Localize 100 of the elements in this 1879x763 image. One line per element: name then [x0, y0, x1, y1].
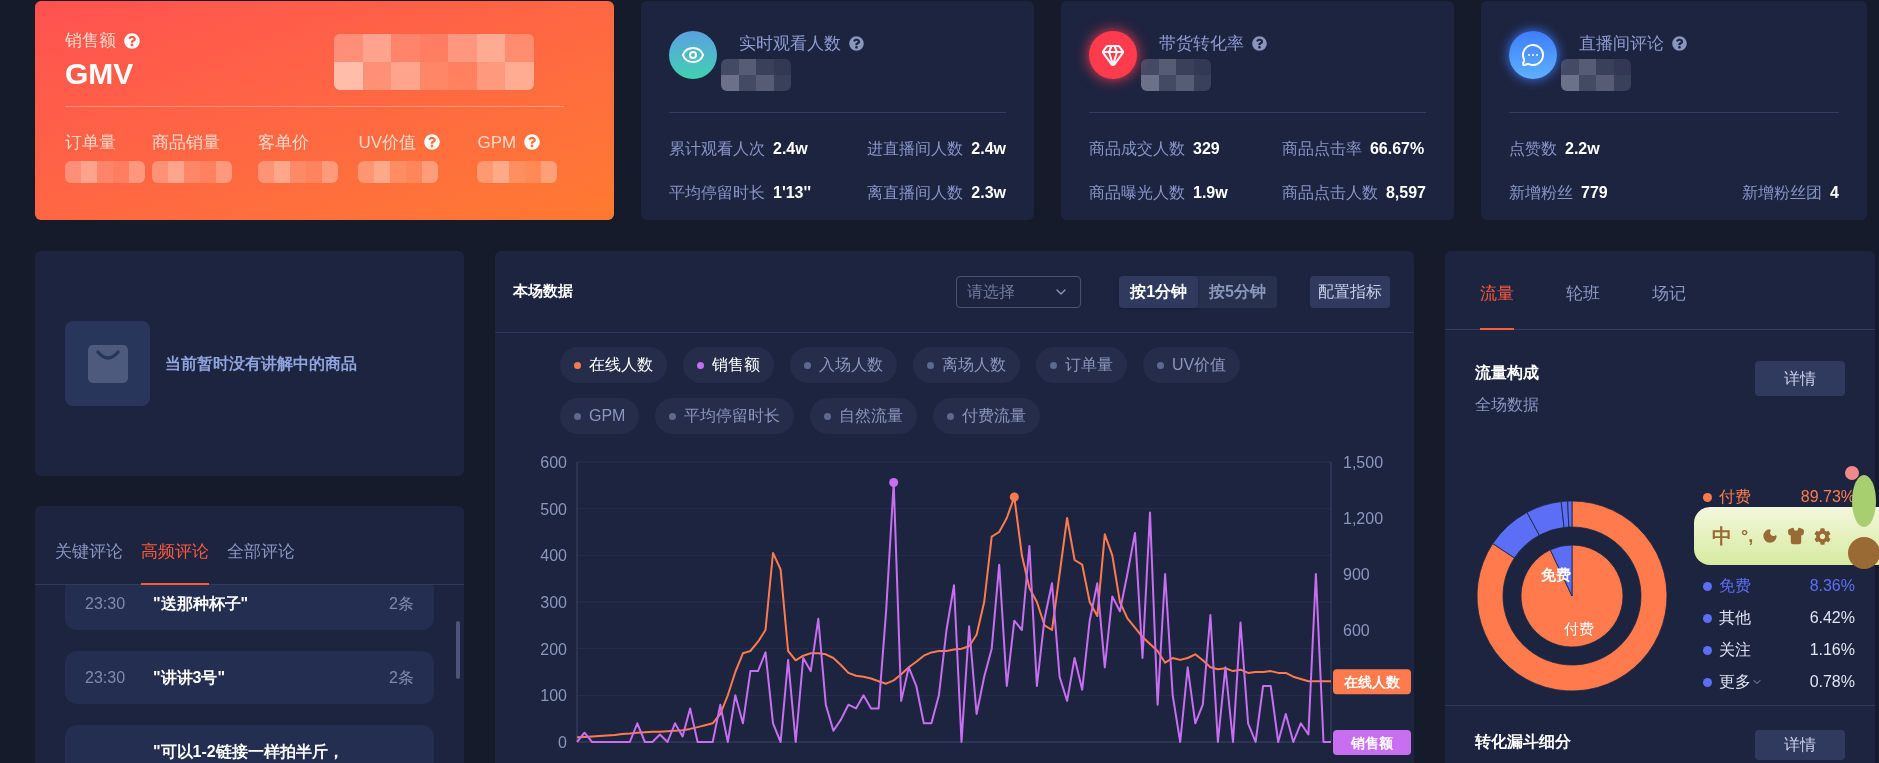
comment-tab[interactable]: 全部评论	[227, 538, 295, 585]
section-subtitle: 全场数据	[1475, 395, 1539, 415]
comment-text: "可以1-2链接一样拍半斤，	[152, 741, 345, 762]
shopping-bag-icon	[65, 321, 150, 406]
detail-button[interactable]: 详情	[1755, 730, 1845, 760]
stat-label: UV价值	[358, 131, 416, 154]
ime-toolbar[interactable]: 中 °,	[1694, 507, 1879, 565]
stat-value: 8,597	[1385, 182, 1426, 203]
metric-chip[interactable]: 订单量	[1036, 347, 1127, 383]
stat-label: 客单价	[257, 131, 309, 154]
granularity-toggle[interactable]: 按1分钟	[1119, 275, 1199, 308]
stat-label: 订单量	[65, 131, 116, 154]
stat-label: 累计观看人次	[669, 138, 765, 159]
stat-value: 2.4w	[773, 138, 808, 159]
comment-time: 23:30	[85, 593, 127, 614]
slice-label: 付费	[1564, 620, 1594, 637]
stat-label: GPM	[477, 131, 517, 154]
stat-value: 2.4w	[971, 138, 1006, 159]
ime-mode[interactable]: 中	[1712, 521, 1732, 551]
axis-label: 1,500	[1343, 454, 1384, 471]
axis-label: 500	[540, 500, 567, 518]
stat-label: 进直播间人数	[867, 138, 964, 159]
stat-label: 商品曝光人数	[1089, 182, 1185, 203]
stat-label: 商品销量	[152, 131, 221, 154]
eye-icon	[669, 31, 717, 79]
stat-value: 1.9w	[1193, 182, 1228, 203]
comment-tab[interactable]: 关键评论	[55, 538, 123, 585]
select-field[interactable]: 请选择	[956, 275, 1082, 308]
detail-button[interactable]: 详情	[1755, 361, 1845, 396]
traffic-tab[interactable]: 场记	[1652, 280, 1686, 330]
help-icon[interactable]	[424, 134, 440, 151]
metric-chip[interactable]: 入场人数	[790, 347, 897, 383]
metric-chip[interactable]: GPM	[560, 398, 640, 434]
comment-row[interactable]: 23:30 "讲讲3号" 2条	[65, 651, 434, 704]
legend-percent: 0.78%	[1809, 672, 1855, 692]
axis-label: 100	[540, 687, 567, 705]
legend-percent: 1.16%	[1809, 640, 1855, 660]
metric-chip[interactable]: 付费流量	[933, 398, 1041, 434]
help-icon[interactable]	[849, 36, 864, 52]
section-title: 转化漏斗细分	[1475, 732, 1571, 752]
stat-value: 4	[1830, 182, 1839, 203]
comment-text: "讲讲3号"	[153, 667, 227, 688]
gmv-title: GMV	[65, 55, 134, 92]
axis-label: 600	[1343, 622, 1370, 639]
moon-icon[interactable]	[1762, 528, 1779, 544]
stat-value: 329	[1193, 138, 1220, 159]
axis-label: 400	[540, 547, 567, 565]
help-icon[interactable]	[1252, 36, 1267, 52]
axis-label: 200	[540, 640, 567, 658]
stat-value: 2.3w	[971, 182, 1006, 203]
chat-bubble-icon	[1509, 31, 1557, 79]
peak-marker	[1009, 492, 1019, 502]
axis-label: 1,200	[1343, 510, 1384, 527]
comment-time: 23:30	[85, 667, 127, 688]
comment-count: 2条	[389, 667, 414, 688]
card-title: 直播间评论	[1579, 33, 1664, 55]
ime-punctuation[interactable]: °,	[1741, 522, 1754, 550]
stat-label: 新增粉丝	[1509, 182, 1573, 203]
axis-label: 900	[1343, 566, 1370, 583]
metric-chip[interactable]: 离场人数	[913, 347, 1020, 383]
stat-label: 新增粉丝团	[1742, 182, 1823, 203]
help-icon[interactable]	[1672, 36, 1687, 52]
section-title: 流量构成	[1475, 363, 1539, 383]
metric-chip[interactable]: 销售额	[683, 347, 774, 383]
legend-percent: 89.73%	[1800, 487, 1855, 507]
stat-value: 66.67%	[1369, 138, 1425, 159]
comment-text: "送那种杯子"	[153, 593, 250, 614]
comment-row[interactable]: 23:30 "送那种杯子" 2条	[65, 585, 434, 630]
config-button[interactable]: 配置指标	[1310, 275, 1390, 308]
traffic-tab[interactable]: 流量	[1480, 280, 1514, 330]
comment-row[interactable]: "可以1-2链接一样拍半斤，	[65, 725, 434, 763]
metric-chip[interactable]: 在线人数	[560, 347, 667, 383]
scrollbar-thumb[interactable]	[456, 621, 460, 679]
help-icon[interactable]	[524, 134, 541, 151]
traffic-tab[interactable]: 轮班	[1566, 280, 1600, 330]
stat-label: 点赞数	[1509, 138, 1557, 159]
help-icon[interactable]	[124, 32, 140, 49]
legend-label: 其他	[1719, 608, 1751, 628]
granularity-toggle[interactable]: 按5分钟	[1198, 275, 1277, 308]
panel-title: 本场数据	[513, 281, 573, 302]
card-title: 带货转化率	[1159, 33, 1244, 55]
legend-label: 付费	[1719, 487, 1751, 507]
gear-icon[interactable]	[1814, 527, 1832, 545]
series-label: 销售额	[1350, 735, 1394, 751]
metric-chip[interactable]: UV价值	[1143, 347, 1241, 383]
legend-percent: 6.42%	[1809, 608, 1855, 628]
legend-label[interactable]: 更多	[1719, 670, 1751, 694]
legend-percent: 8.36%	[1809, 576, 1855, 596]
series-tag: 销售额	[1333, 730, 1411, 755]
stat-value: 2.2w	[1565, 138, 1600, 159]
card-title: 实时观看人数	[739, 33, 841, 55]
axis-label: 300	[540, 594, 567, 611]
axis-label: 600	[540, 454, 567, 471]
metric-chip[interactable]: 自然流量	[810, 398, 918, 434]
shirt-icon[interactable]	[1787, 527, 1806, 545]
empty-message: 当前暂时没有讲解中的商品	[165, 353, 357, 374]
legend-label: 关注	[1719, 640, 1751, 660]
axis-label: 0	[558, 734, 567, 751]
legend-label: 免费	[1719, 576, 1751, 596]
metric-chip[interactable]: 平均停留时长	[655, 398, 795, 434]
